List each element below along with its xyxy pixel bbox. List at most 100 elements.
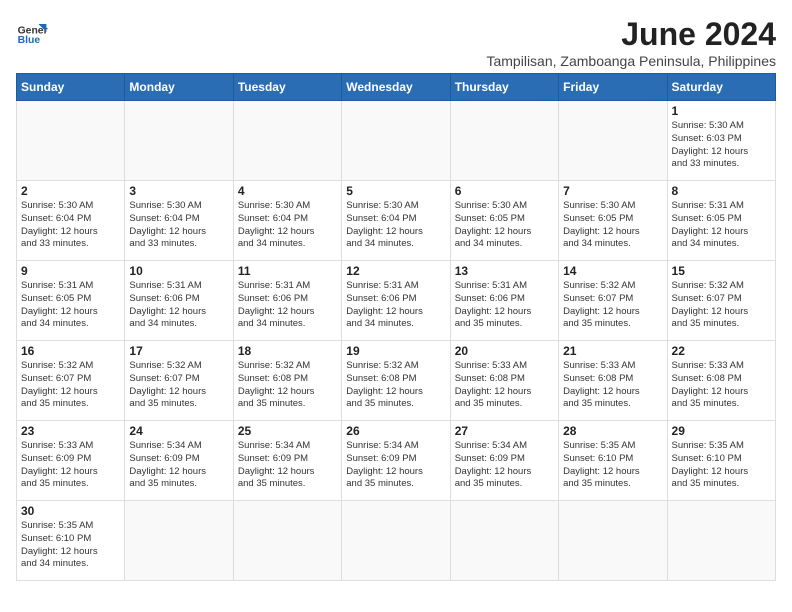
calendar-day-cell bbox=[450, 101, 558, 181]
day-number: 12 bbox=[346, 264, 445, 278]
day-number: 15 bbox=[672, 264, 771, 278]
day-info: Sunrise: 5:32 AM Sunset: 6:07 PM Dayligh… bbox=[21, 360, 120, 411]
day-info: Sunrise: 5:31 AM Sunset: 6:06 PM Dayligh… bbox=[238, 280, 337, 331]
calendar-day-cell: 17Sunrise: 5:32 AM Sunset: 6:07 PM Dayli… bbox=[125, 341, 233, 421]
location-subtitle: Tampilisan, Zamboanga Peninsula, Philipp… bbox=[486, 53, 776, 69]
calendar-day-cell: 24 Sunrise: 5:34 AM Sunset: 6:09 PM Dayli… bbox=[125, 421, 233, 501]
day-info: Sunrise: 5:30 AM Sunset: 6:04 PM Dayligh… bbox=[129, 200, 228, 251]
calendar-day-cell: 13 Sunrise: 5:31 AM Sunset: 6:06 PM Dayli… bbox=[450, 261, 558, 341]
day-info: Sunrise: 5:33 AM Sunset: 6:08 PM Dayligh… bbox=[563, 360, 662, 411]
day-number: 18 bbox=[238, 344, 337, 358]
day-number: 13 bbox=[455, 264, 554, 278]
day-number: 29 bbox=[672, 424, 771, 438]
day-info: Sunrise: 5:31 AM Sunset: 6:06 PM Dayligh… bbox=[455, 280, 554, 331]
day-number: 6 bbox=[455, 184, 554, 198]
day-info: Sunrise: 5:34 AM Sunset: 6:09 PM Dayligh… bbox=[129, 440, 228, 491]
day-info: Sunrise: 5:32 AM Sunset: 6:08 PM Dayligh… bbox=[238, 360, 337, 411]
day-info: Sunrise: 5:35 AM Sunset: 6:10 PM Dayligh… bbox=[672, 440, 771, 491]
calendar-day-cell: 15 Sunrise: 5:32 AM Sunset: 6:07 PM Dayli… bbox=[667, 261, 775, 341]
day-number: 21 bbox=[563, 344, 662, 358]
day-info: Sunrise: 5:30 AM Sunset: 6:05 PM Dayligh… bbox=[563, 200, 662, 251]
calendar-day-cell: 3 Sunrise: 5:30 AM Sunset: 6:04 PM Daylig… bbox=[125, 181, 233, 261]
calendar-day-cell: 21 Sunrise: 5:33 AM Sunset: 6:08 PM Dayli… bbox=[559, 341, 667, 421]
calendar-day-cell bbox=[559, 501, 667, 581]
calendar-day-cell: 8Sunrise: 5:31 AM Sunset: 6:05 PM Daylig… bbox=[667, 181, 775, 261]
weekday-header-row: SundayMondayTuesdayWednesdayThursdayFrid… bbox=[17, 74, 776, 101]
day-number: 23 bbox=[21, 424, 120, 438]
calendar-day-cell: 6Sunrise: 5:30 AM Sunset: 6:05 PM Daylig… bbox=[450, 181, 558, 261]
day-number: 17 bbox=[129, 344, 228, 358]
calendar-day-cell: 1Sunrise: 5:30 AM Sunset: 6:03 PM Daylig… bbox=[667, 101, 775, 181]
calendar-day-cell bbox=[559, 101, 667, 181]
day-info: Sunrise: 5:30 AM Sunset: 6:04 PM Dayligh… bbox=[21, 200, 120, 251]
weekday-header-sunday: Sunday bbox=[17, 74, 125, 101]
calendar-day-cell bbox=[125, 101, 233, 181]
day-info: Sunrise: 5:33 AM Sunset: 6:08 PM Dayligh… bbox=[455, 360, 554, 411]
calendar-day-cell bbox=[342, 501, 450, 581]
calendar-day-cell: 28 Sunrise: 5:35 AM Sunset: 6:10 PM Dayli… bbox=[559, 421, 667, 501]
day-info: Sunrise: 5:32 AM Sunset: 6:07 PM Dayligh… bbox=[563, 280, 662, 331]
calendar-day-cell: 9 Sunrise: 5:31 AM Sunset: 6:05 PM Daylig… bbox=[17, 261, 125, 341]
calendar-table: SundayMondayTuesdayWednesdayThursdayFrid… bbox=[16, 73, 776, 581]
calendar-week-row: 30Sunrise: 5:35 AM Sunset: 6:10 PM Dayli… bbox=[17, 501, 776, 581]
day-number: 14 bbox=[563, 264, 662, 278]
day-info: Sunrise: 5:31 AM Sunset: 6:06 PM Dayligh… bbox=[346, 280, 445, 331]
calendar-week-row: 23 Sunrise: 5:33 AM Sunset: 6:09 PM Dayli… bbox=[17, 421, 776, 501]
calendar-week-row: 16Sunrise: 5:32 AM Sunset: 6:07 PM Dayli… bbox=[17, 341, 776, 421]
month-year-title: June 2024 bbox=[486, 16, 776, 53]
calendar-day-cell bbox=[125, 501, 233, 581]
calendar-day-cell: 11 Sunrise: 5:31 AM Sunset: 6:06 PM Dayli… bbox=[233, 261, 341, 341]
weekday-header-monday: Monday bbox=[125, 74, 233, 101]
day-info: Sunrise: 5:33 AM Sunset: 6:08 PM Dayligh… bbox=[672, 360, 771, 411]
day-number: 20 bbox=[455, 344, 554, 358]
day-number: 11 bbox=[238, 264, 337, 278]
day-info: Sunrise: 5:30 AM Sunset: 6:03 PM Dayligh… bbox=[672, 120, 771, 171]
calendar-day-cell: 23 Sunrise: 5:33 AM Sunset: 6:09 PM Dayli… bbox=[17, 421, 125, 501]
calendar-day-cell: 7 Sunrise: 5:30 AM Sunset: 6:05 PM Daylig… bbox=[559, 181, 667, 261]
day-info: Sunrise: 5:34 AM Sunset: 6:09 PM Dayligh… bbox=[346, 440, 445, 491]
calendar-day-cell: 25Sunrise: 5:34 AM Sunset: 6:09 PM Dayli… bbox=[233, 421, 341, 501]
day-info: Sunrise: 5:32 AM Sunset: 6:07 PM Dayligh… bbox=[672, 280, 771, 331]
day-number: 24 bbox=[129, 424, 228, 438]
day-number: 9 bbox=[21, 264, 120, 278]
day-info: Sunrise: 5:30 AM Sunset: 6:04 PM Dayligh… bbox=[238, 200, 337, 251]
calendar-day-cell: 14 Sunrise: 5:32 AM Sunset: 6:07 PM Dayli… bbox=[559, 261, 667, 341]
weekday-header-thursday: Thursday bbox=[450, 74, 558, 101]
calendar-day-cell bbox=[17, 101, 125, 181]
day-number: 19 bbox=[346, 344, 445, 358]
day-info: Sunrise: 5:33 AM Sunset: 6:09 PM Dayligh… bbox=[21, 440, 120, 491]
day-number: 3 bbox=[129, 184, 228, 198]
calendar-day-cell: 4Sunrise: 5:30 AM Sunset: 6:04 PM Daylig… bbox=[233, 181, 341, 261]
calendar-day-cell: 26Sunrise: 5:34 AM Sunset: 6:09 PM Dayli… bbox=[342, 421, 450, 501]
svg-text:Blue: Blue bbox=[18, 35, 41, 46]
calendar-day-cell bbox=[450, 501, 558, 581]
day-number: 28 bbox=[563, 424, 662, 438]
calendar-day-cell: 19Sunrise: 5:32 AM Sunset: 6:08 PM Dayli… bbox=[342, 341, 450, 421]
day-number: 27 bbox=[455, 424, 554, 438]
calendar-day-cell: 30Sunrise: 5:35 AM Sunset: 6:10 PM Dayli… bbox=[17, 501, 125, 581]
logo-icon: General Blue bbox=[16, 16, 48, 48]
calendar-day-cell: 12 Sunrise: 5:31 AM Sunset: 6:06 PM Dayli… bbox=[342, 261, 450, 341]
calendar-week-row: 1Sunrise: 5:30 AM Sunset: 6:03 PM Daylig… bbox=[17, 101, 776, 181]
day-info: Sunrise: 5:31 AM Sunset: 6:05 PM Dayligh… bbox=[21, 280, 120, 331]
calendar-day-cell bbox=[342, 101, 450, 181]
logo: General Blue bbox=[16, 16, 48, 48]
calendar-day-cell: 29 Sunrise: 5:35 AM Sunset: 6:10 PM Dayli… bbox=[667, 421, 775, 501]
calendar-day-cell: 22Sunrise: 5:33 AM Sunset: 6:08 PM Dayli… bbox=[667, 341, 775, 421]
calendar-week-row: 9 Sunrise: 5:31 AM Sunset: 6:05 PM Daylig… bbox=[17, 261, 776, 341]
day-number: 7 bbox=[563, 184, 662, 198]
calendar-day-cell bbox=[667, 501, 775, 581]
calendar-day-cell: 5Sunrise: 5:30 AM Sunset: 6:04 PM Daylig… bbox=[342, 181, 450, 261]
calendar-day-cell: 10Sunrise: 5:31 AM Sunset: 6:06 PM Dayli… bbox=[125, 261, 233, 341]
day-number: 30 bbox=[21, 504, 120, 518]
weekday-header-tuesday: Tuesday bbox=[233, 74, 341, 101]
calendar-day-cell: 20 Sunrise: 5:33 AM Sunset: 6:08 PM Dayli… bbox=[450, 341, 558, 421]
calendar-day-cell bbox=[233, 501, 341, 581]
day-number: 8 bbox=[672, 184, 771, 198]
day-number: 10 bbox=[129, 264, 228, 278]
calendar-day-cell: 18 Sunrise: 5:32 AM Sunset: 6:08 PM Dayli… bbox=[233, 341, 341, 421]
day-number: 5 bbox=[346, 184, 445, 198]
day-info: Sunrise: 5:35 AM Sunset: 6:10 PM Dayligh… bbox=[563, 440, 662, 491]
calendar-day-cell: 2 Sunrise: 5:30 AM Sunset: 6:04 PM Daylig… bbox=[17, 181, 125, 261]
day-number: 2 bbox=[21, 184, 120, 198]
